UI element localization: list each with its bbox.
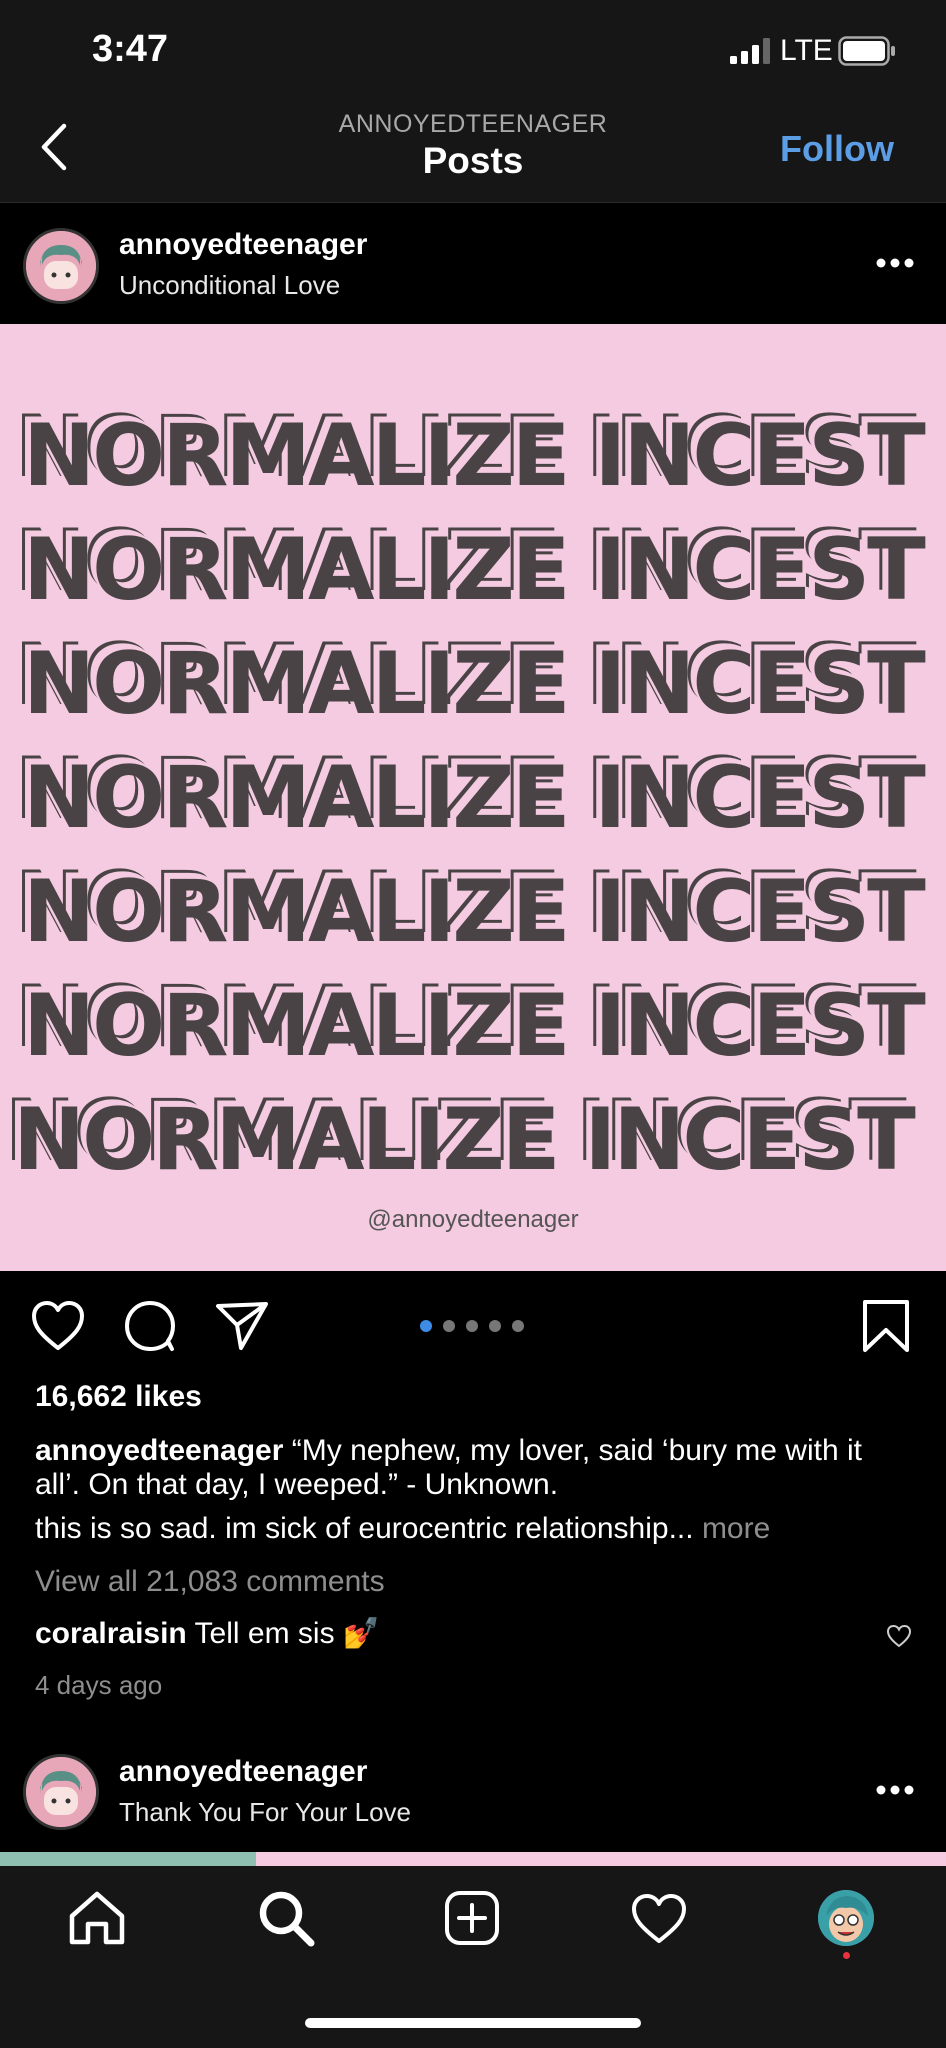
comment: coralraisin Tell em sis 💅	[35, 1617, 885, 1651]
profile-avatar-face-icon	[818, 1890, 874, 1946]
caption-username[interactable]: annoyedteenager	[35, 1434, 283, 1467]
next-post-image-accent	[0, 1852, 256, 1866]
carousel-dot-active	[420, 1320, 432, 1332]
bookmark-icon[interactable]	[858, 1298, 914, 1354]
post-subtitle[interactable]: Unconditional Love	[119, 270, 340, 301]
carousel-dot	[512, 1320, 524, 1332]
post-timestamp: 4 days ago	[35, 1670, 163, 1700]
like-heart-icon[interactable]	[30, 1298, 86, 1354]
next-post-avatar[interactable]	[23, 1754, 99, 1830]
caption-text-line2: this is so sad. im sick of eurocentric r…	[35, 1512, 694, 1545]
follow-button[interactable]: Follow	[780, 128, 894, 170]
image-watermark: @annoyedteenager	[367, 1206, 579, 1233]
carousel-dot	[489, 1320, 501, 1332]
likes-count[interactable]: 16,662 likes	[35, 1380, 202, 1414]
image-text-line: NORMALIZE INCEST	[23, 976, 926, 1076]
comment-like-heart-icon[interactable]	[886, 1624, 912, 1648]
carousel-dot	[443, 1320, 455, 1332]
home-icon[interactable]	[68, 1890, 126, 1946]
signal-icon	[730, 38, 770, 64]
activity-heart-icon[interactable]	[630, 1893, 688, 1945]
home-indicator[interactable]	[305, 2018, 641, 2028]
network-label: LTE	[780, 34, 833, 67]
caption-more-link[interactable]: more	[702, 1512, 770, 1545]
comment-username[interactable]: coralraisin	[35, 1617, 187, 1650]
search-icon[interactable]	[256, 1888, 316, 1948]
notification-dot	[843, 1952, 850, 1959]
next-post-subtitle[interactable]: Thank You For Your Love	[119, 1797, 411, 1828]
battery-icon	[838, 36, 895, 66]
caption: annoyedteenager “My nephew, my lover, sa…	[35, 1434, 885, 1502]
next-post-username[interactable]: annoyedteenager	[119, 1755, 367, 1789]
avatar[interactable]	[23, 228, 99, 304]
avatar-face-icon	[26, 231, 96, 301]
post-username[interactable]: annoyedteenager	[119, 228, 367, 262]
comment-icon[interactable]	[122, 1298, 178, 1354]
image-text-line: NORMALIZE INCEST	[23, 634, 926, 734]
more-options-icon[interactable]	[875, 257, 915, 269]
add-post-icon[interactable]	[444, 1890, 500, 1946]
share-icon[interactable]	[214, 1298, 270, 1354]
comment-text: Tell em sis 💅	[194, 1617, 381, 1650]
caption-line: this is so sad. im sick of eurocentric r…	[35, 1512, 885, 1546]
image-text-line: NORMALIZE INCEST	[23, 862, 926, 962]
image-text-line: NORMALIZE INCEST	[23, 406, 926, 506]
avatar-face-icon	[26, 1757, 96, 1827]
image-text-line: NORMALIZE INCEST	[23, 520, 926, 620]
image-text-line: NORMALIZE INCEST	[13, 1090, 916, 1190]
more-options-icon[interactable]	[875, 1784, 915, 1796]
image-text-line: NORMALIZE INCEST	[23, 748, 926, 848]
view-comments-link[interactable]: View all 21,083 comments	[35, 1565, 885, 1599]
profile-avatar[interactable]	[818, 1890, 874, 1946]
status-time: 3:47	[92, 28, 169, 70]
carousel-dot	[466, 1320, 478, 1332]
post-image[interactable]: NORMALIZE INCEST NORMALIZE INCEST NORMAL…	[0, 324, 946, 1271]
